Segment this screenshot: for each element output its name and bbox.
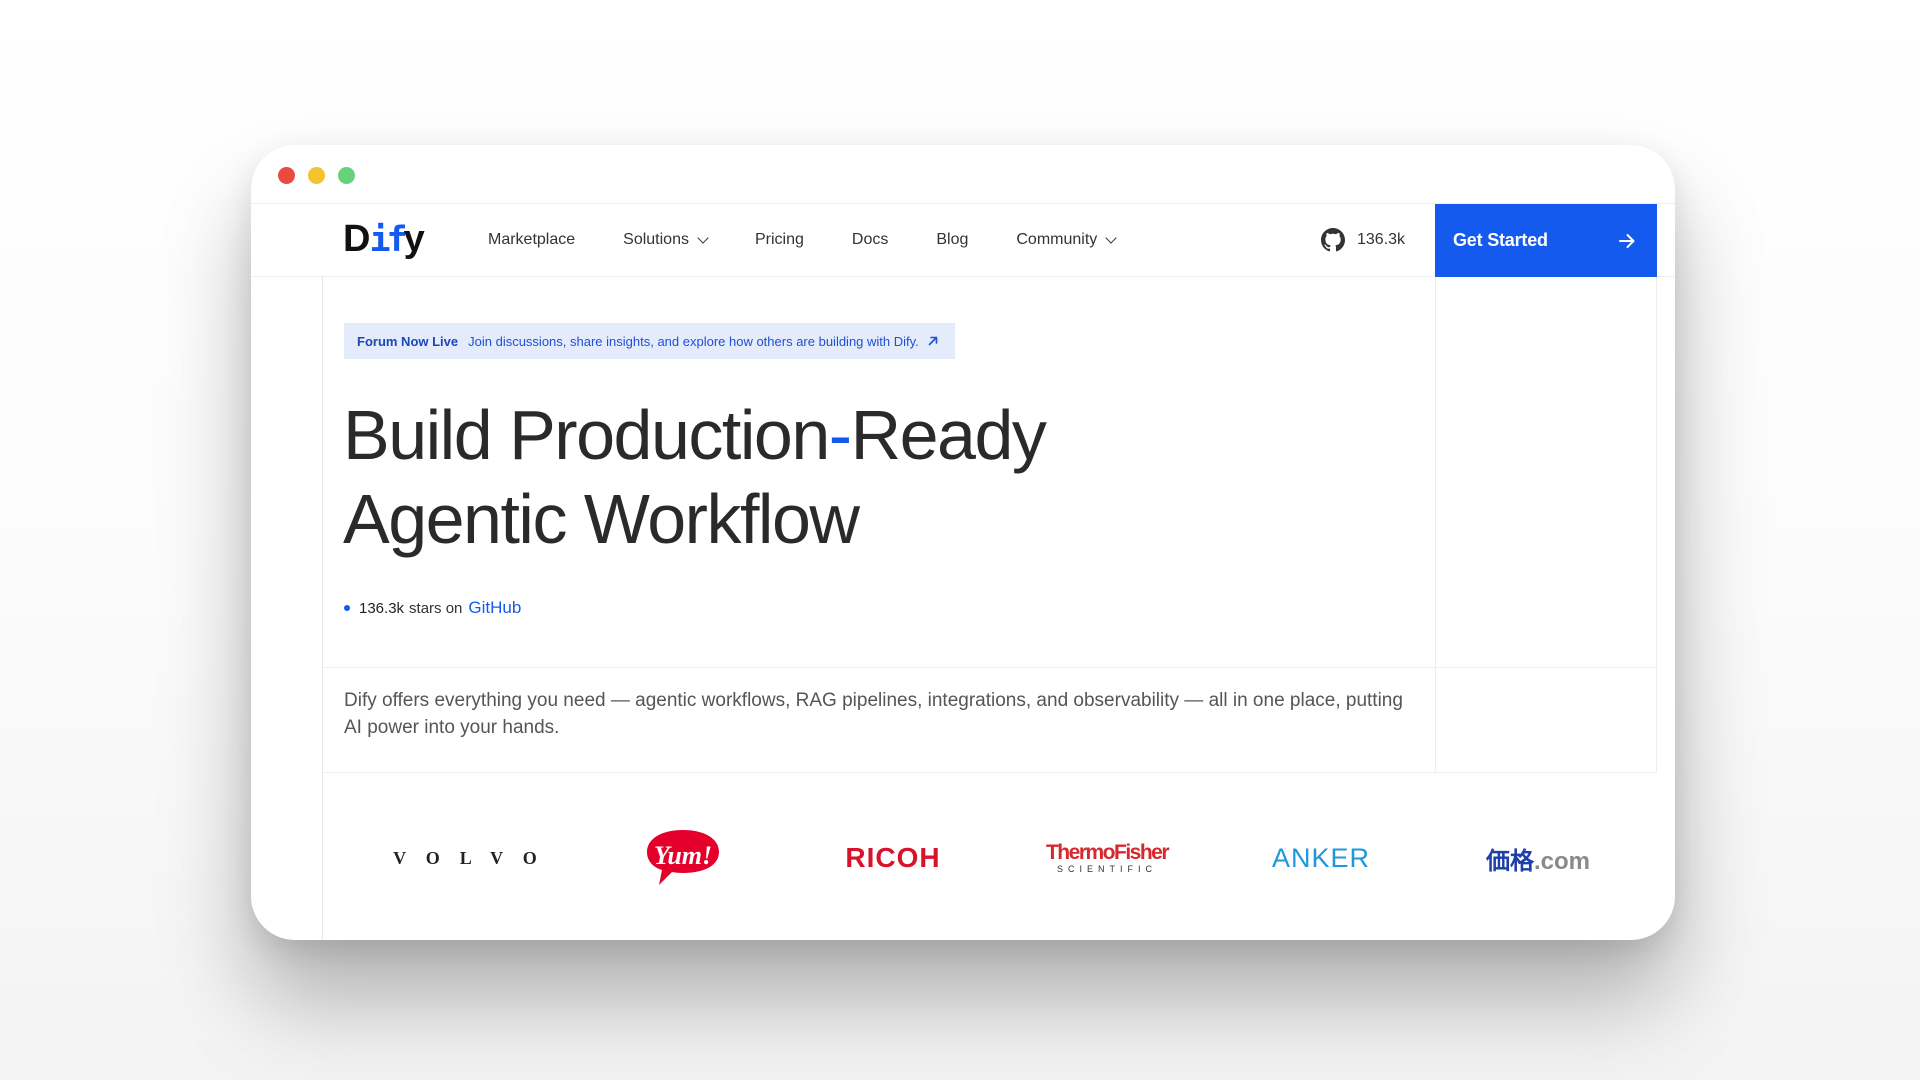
yum-logo-text: Yum!: [653, 841, 713, 870]
nav-item-docs[interactable]: Docs: [852, 231, 888, 249]
volvo-logo-text: VOLVO: [393, 847, 557, 868]
anker-logo: ANKER: [1226, 823, 1416, 893]
github-stars-summary: 136.3k stars on GitHub: [344, 598, 521, 618]
browser-window: Dify Marketplace Solutions Pricing Docs …: [251, 145, 1675, 940]
github-link[interactable]: GitHub: [468, 598, 521, 618]
nav-item-label: Docs: [851, 231, 889, 248]
section-divider: [322, 667, 1657, 668]
ricoh-logo: RICOH: [798, 823, 988, 893]
window-titlebar: [251, 145, 1675, 203]
nav-item-solutions[interactable]: Solutions: [623, 231, 709, 249]
forum-announcement-banner[interactable]: Forum Now Live Join discussions, share i…: [344, 323, 955, 359]
content-right-edge: [1656, 277, 1657, 773]
banner-text: Join discussions, share insights, and ex…: [468, 333, 919, 349]
content-right-rule: [1435, 277, 1436, 773]
chevron-down-icon: [697, 231, 709, 244]
anker-logo-text: ANKER: [1271, 842, 1371, 873]
nav-item-blog[interactable]: Blog: [936, 231, 968, 249]
nav-menu: Marketplace Solutions Pricing Docs Blog …: [488, 204, 1163, 276]
yum-logo: Yum!: [598, 823, 768, 893]
hero-dash: -: [828, 396, 852, 474]
kakaku-logo: 価格 .com: [1438, 823, 1638, 893]
kakaku-com-text: .com: [1533, 847, 1590, 875]
customer-logos: VOLVO Yum! RICOH ThermoFisher SCIENTIFIC…: [322, 773, 1657, 940]
hero-line-2: Agentic Workflow: [343, 480, 860, 558]
get-started-button[interactable]: Get Started: [1435, 204, 1657, 277]
nav-item-label: Marketplace: [488, 231, 576, 248]
yum-logo-mark: Yum!: [643, 827, 723, 889]
bullet-dot-icon: [344, 605, 350, 611]
thermo-fisher-top: ThermoFisher: [1045, 841, 1170, 864]
hero-headline: Build Production-Ready Agentic Workflow: [343, 393, 1047, 561]
nav-item-label: Pricing: [754, 231, 804, 248]
maximize-window-icon[interactable]: [338, 167, 355, 184]
minimize-window-icon[interactable]: [308, 167, 325, 184]
hero-line1-a: Build Production: [343, 396, 830, 474]
nav-item-label: Community: [1016, 231, 1098, 248]
hero-description: Dify offers everything you need — agenti…: [344, 690, 1403, 738]
github-stars-link[interactable]: 136.3k: [1321, 204, 1405, 276]
nav-item-marketplace[interactable]: Marketplace: [488, 231, 575, 249]
thermo-fisher-wordmark: ThermoFisher SCIENTIFIC: [1045, 841, 1170, 874]
kakaku-jp-text: 価格: [1485, 847, 1534, 875]
kakaku-wordmark: 価格 .com: [1486, 841, 1590, 876]
stars-count: 136.3k: [359, 599, 405, 617]
ricoh-logo-text: RICOH: [845, 842, 941, 873]
dify-logo[interactable]: Dify: [343, 214, 425, 265]
github-star-count: 136.3k: [1357, 231, 1406, 248]
thermo-fisher-bottom: SCIENTIFIC: [1056, 864, 1157, 874]
nav-item-community[interactable]: Community: [1016, 231, 1117, 249]
stars-middle-text: stars on: [409, 599, 463, 617]
volvo-logo: VOLVO: [370, 823, 580, 893]
get-started-label: Get Started: [1453, 230, 1548, 250]
top-navbar: Dify Marketplace Solutions Pricing Docs …: [251, 203, 1675, 277]
banner-badge: Forum Now Live: [357, 333, 459, 349]
nav-item-pricing[interactable]: Pricing: [755, 231, 804, 249]
github-icon: [1321, 228, 1345, 252]
hero-line1-b: Ready: [850, 396, 1047, 474]
hero-line-1: Build Production-Ready: [343, 393, 1047, 477]
nav-item-label: Solutions: [623, 231, 689, 248]
external-link-icon: [928, 336, 938, 346]
chevron-down-icon: [1105, 231, 1117, 244]
nav-item-label: Blog: [936, 231, 969, 248]
close-window-icon[interactable]: [278, 167, 295, 184]
thermo-fisher-logo: ThermoFisher SCIENTIFIC: [1012, 823, 1202, 893]
arrow-right-icon: [1619, 233, 1635, 248]
